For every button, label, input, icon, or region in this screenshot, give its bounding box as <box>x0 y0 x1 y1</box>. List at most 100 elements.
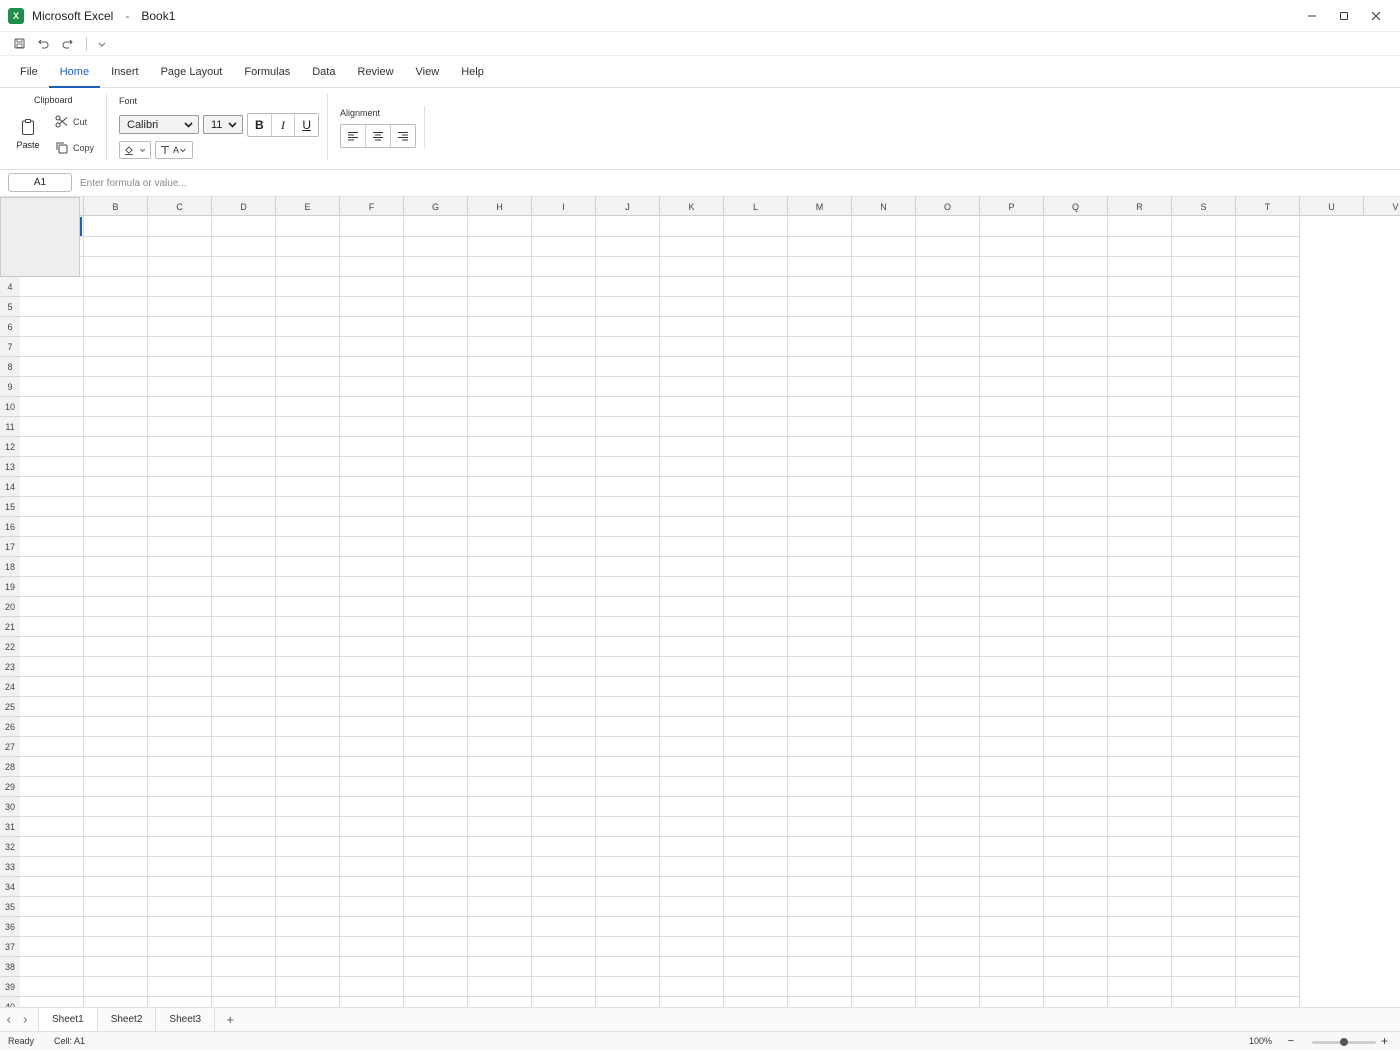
minimize-button[interactable] <box>1296 0 1328 32</box>
select-all-corner[interactable] <box>0 197 80 277</box>
row-header-23[interactable]: 23 <box>0 657 20 677</box>
column-header-l[interactable]: L <box>723 197 787 216</box>
row-header-11[interactable]: 11 <box>0 417 20 437</box>
customize-qat-button[interactable] <box>93 35 111 53</box>
zoom-slider-thumb[interactable] <box>1340 1038 1348 1046</box>
row-header-4[interactable]: 4 <box>0 277 20 297</box>
row-header-12[interactable]: 12 <box>0 437 20 457</box>
cut-button[interactable]: Cut <box>55 115 87 128</box>
zoom-out-button[interactable]: − <box>1288 1035 1294 1047</box>
sheet-tab-sheet1[interactable]: Sheet1 <box>38 1008 98 1031</box>
row-header-15[interactable]: 15 <box>0 497 20 517</box>
column-header-p[interactable]: P <box>979 197 1043 216</box>
row-header-27[interactable]: 27 <box>0 737 20 757</box>
zoom-in-button[interactable]: + <box>1381 1034 1388 1048</box>
tab-page-layout[interactable]: Page Layout <box>150 56 234 87</box>
column-header-d[interactable]: D <box>211 197 275 216</box>
column-header-f[interactable]: F <box>339 197 403 216</box>
tab-view[interactable]: View <box>405 56 451 87</box>
row-header-40[interactable]: 40 <box>0 997 20 1007</box>
row-header-17[interactable]: 17 <box>0 537 20 557</box>
row-header-26[interactable]: 26 <box>0 717 20 737</box>
column-header-r[interactable]: R <box>1107 197 1171 216</box>
tab-help[interactable]: Help <box>450 56 495 87</box>
column-header-e[interactable]: E <box>275 197 339 216</box>
redo-button[interactable] <box>58 35 76 53</box>
tab-home[interactable]: Home <box>48 56 101 88</box>
column-header-g[interactable]: G <box>403 197 467 216</box>
font-size-select[interactable]: 11 <box>203 115 243 134</box>
row-header-25[interactable]: 25 <box>0 697 20 717</box>
row-header-19[interactable]: 19 <box>0 577 20 597</box>
column-header-i[interactable]: I <box>531 197 595 216</box>
add-sheet-button[interactable]: + <box>215 1008 245 1031</box>
row-header-20[interactable]: 20 <box>0 597 20 617</box>
column-header-b[interactable]: B <box>83 197 147 216</box>
paste-button[interactable]: Paste <box>12 118 44 154</box>
sheet-tab-sheet2[interactable]: Sheet2 <box>98 1008 157 1031</box>
row-header-9[interactable]: 9 <box>0 377 20 397</box>
cell-area[interactable] <box>20 217 1300 1007</box>
row-header-22[interactable]: 22 <box>0 637 20 657</box>
bold-button[interactable]: B <box>248 114 272 136</box>
undo-button[interactable] <box>34 35 52 53</box>
row-header-31[interactable]: 31 <box>0 817 20 837</box>
row-header-18[interactable]: 18 <box>0 557 20 577</box>
column-header-m[interactable]: M <box>787 197 851 216</box>
zoom-level[interactable]: 100% <box>1249 1036 1272 1046</box>
tab-review[interactable]: Review <box>346 56 404 87</box>
row-header-10[interactable]: 10 <box>0 397 20 417</box>
column-header-q[interactable]: Q <box>1043 197 1107 216</box>
row-header-30[interactable]: 30 <box>0 797 20 817</box>
column-header-c[interactable]: C <box>147 197 211 216</box>
font-color-dropdown[interactable]: A <box>155 141 193 159</box>
row-header-39[interactable]: 39 <box>0 977 20 997</box>
row-header-29[interactable]: 29 <box>0 777 20 797</box>
column-header-o[interactable]: O <box>915 197 979 216</box>
maximize-button[interactable] <box>1328 0 1360 32</box>
row-header-5[interactable]: 5 <box>0 297 20 317</box>
column-header-s[interactable]: S <box>1171 197 1235 216</box>
underline-button[interactable]: U <box>295 114 318 136</box>
row-header-28[interactable]: 28 <box>0 757 20 777</box>
row-header-6[interactable]: 6 <box>0 317 20 337</box>
sheet-tab-sheet3[interactable]: Sheet3 <box>156 1008 216 1031</box>
column-header-h[interactable]: H <box>467 197 531 216</box>
copy-button[interactable]: Copy <box>55 141 94 154</box>
row-header-16[interactable]: 16 <box>0 517 20 537</box>
name-box[interactable]: A1 <box>8 173 72 192</box>
save-button[interactable] <box>10 35 28 53</box>
zoom-slider[interactable] <box>1312 1038 1376 1046</box>
align-left-button[interactable] <box>341 125 366 147</box>
row-header-14[interactable]: 14 <box>0 477 20 497</box>
close-button[interactable] <box>1360 0 1392 32</box>
italic-button[interactable]: I <box>272 114 296 136</box>
tab-insert[interactable]: Insert <box>100 56 150 87</box>
column-header-k[interactable]: K <box>659 197 723 216</box>
fill-color-dropdown[interactable] <box>119 141 151 159</box>
align-right-button[interactable] <box>391 125 415 147</box>
align-center-button[interactable] <box>366 125 391 147</box>
column-header-v[interactable]: V <box>1363 197 1400 216</box>
row-header-7[interactable]: 7 <box>0 337 20 357</box>
row-header-8[interactable]: 8 <box>0 357 20 377</box>
row-header-37[interactable]: 37 <box>0 937 20 957</box>
column-header-n[interactable]: N <box>851 197 915 216</box>
row-header-36[interactable]: 36 <box>0 917 20 937</box>
sheet-prev-button[interactable] <box>2 1008 16 1031</box>
tab-file[interactable]: File <box>9 56 49 87</box>
font-family-select[interactable]: Calibri <box>119 115 199 134</box>
row-header-38[interactable]: 38 <box>0 957 20 977</box>
tab-formulas[interactable]: Formulas <box>233 56 301 87</box>
row-header-24[interactable]: 24 <box>0 677 20 697</box>
column-header-t[interactable]: T <box>1235 197 1299 216</box>
column-header-j[interactable]: J <box>595 197 659 216</box>
row-header-32[interactable]: 32 <box>0 837 20 857</box>
row-header-13[interactable]: 13 <box>0 457 20 477</box>
row-header-34[interactable]: 34 <box>0 877 20 897</box>
row-header-35[interactable]: 35 <box>0 897 20 917</box>
row-header-21[interactable]: 21 <box>0 617 20 637</box>
tab-data[interactable]: Data <box>301 56 346 87</box>
row-header-33[interactable]: 33 <box>0 857 20 877</box>
column-header-u[interactable]: U <box>1299 197 1363 216</box>
